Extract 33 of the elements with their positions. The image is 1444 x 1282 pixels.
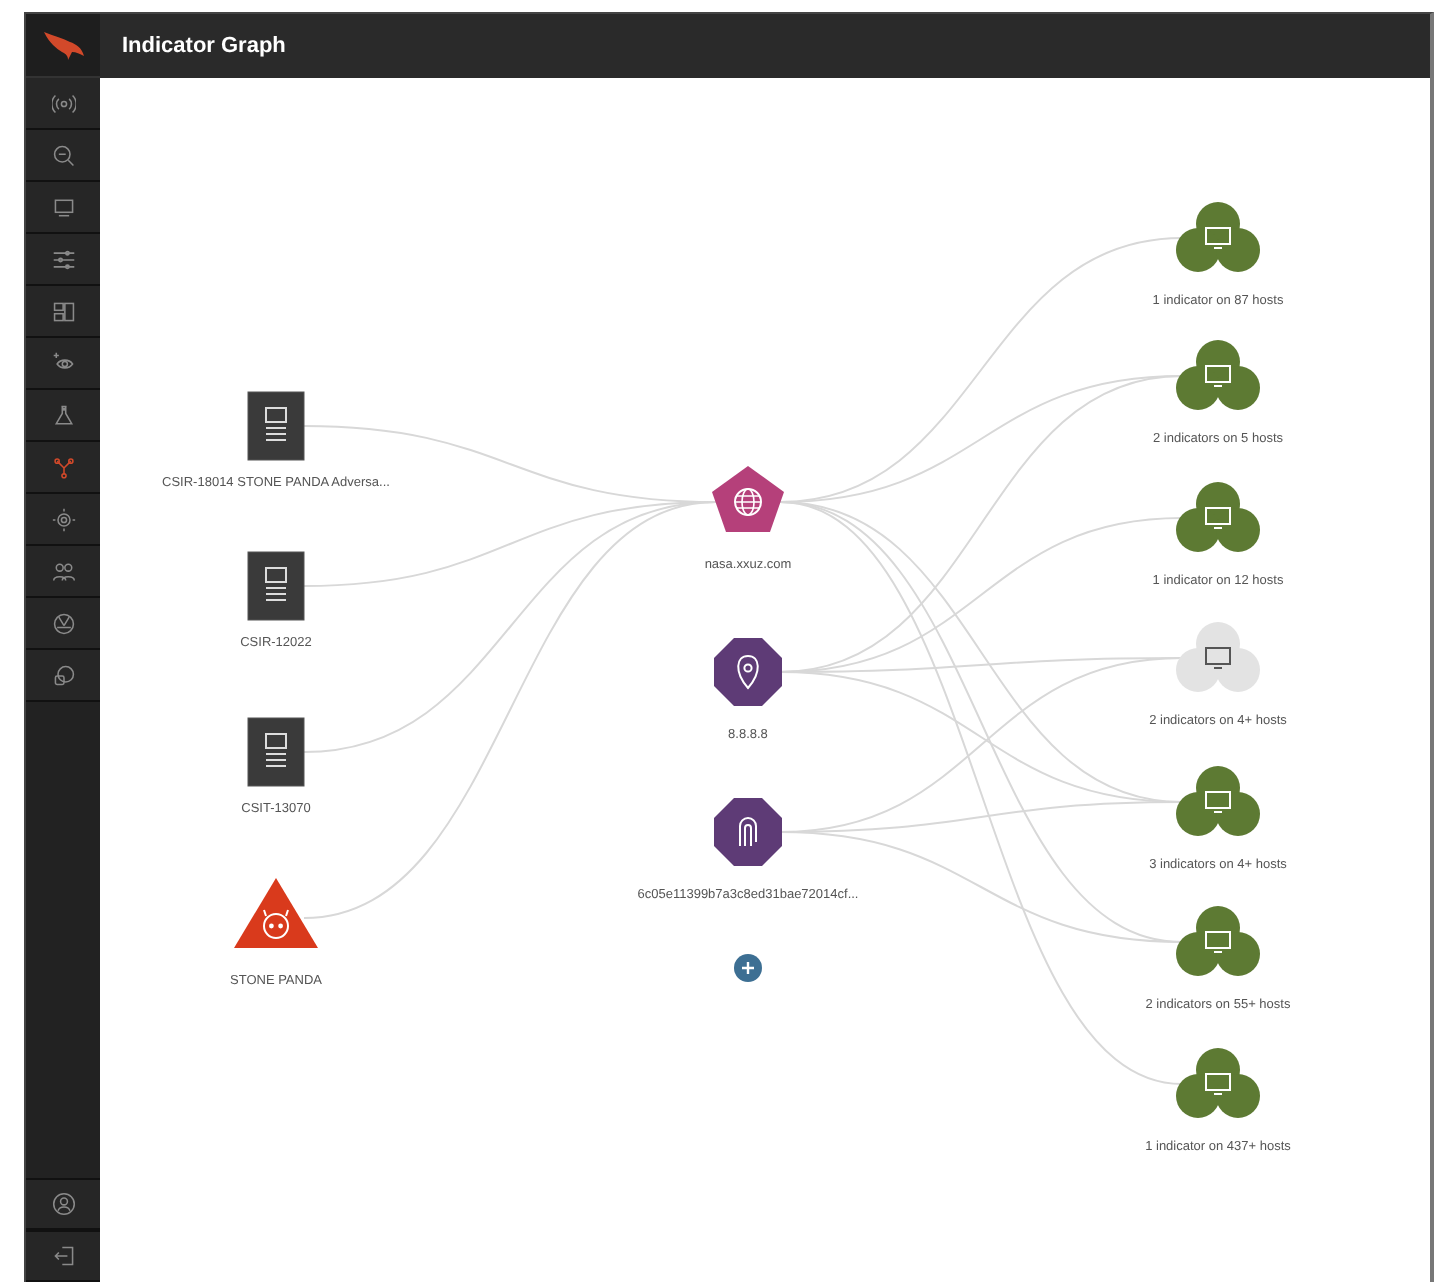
host-cluster-node[interactable]: [1176, 622, 1260, 692]
sidebar-item[interactable]: [26, 390, 100, 442]
sidebar-item[interactable]: [26, 130, 100, 182]
sidebar-item[interactable]: [26, 1178, 100, 1230]
host-cluster-node[interactable]: [1176, 482, 1260, 552]
sidebar-item[interactable]: [26, 442, 100, 494]
ip-node[interactable]: [714, 638, 782, 706]
sidebar-item[interactable]: [26, 494, 100, 546]
adversary-node[interactable]: [234, 878, 318, 948]
host-cluster-node[interactable]: [1176, 340, 1260, 410]
sidebar-item[interactable]: [26, 546, 100, 598]
sidebar-item[interactable]: [26, 182, 100, 234]
user-icon: [51, 1192, 75, 1216]
report-node[interactable]: [247, 717, 305, 787]
report-node[interactable]: [247, 551, 305, 621]
sidebar-item[interactable]: [26, 650, 100, 702]
sidebar-item[interactable]: [26, 234, 100, 286]
logout-icon: [51, 1244, 75, 1268]
add-button[interactable]: [734, 954, 762, 982]
sidebar-item[interactable]: [26, 598, 100, 650]
file-hash-node[interactable]: [714, 798, 782, 866]
host-cluster-node[interactable]: [1176, 766, 1260, 836]
logo[interactable]: [26, 14, 100, 78]
sidebar-item[interactable]: [26, 338, 100, 390]
sidebar-item[interactable]: [26, 286, 100, 338]
sidebar-item[interactable]: [26, 78, 100, 130]
report-node[interactable]: [247, 391, 305, 461]
host-cluster-node[interactable]: [1176, 202, 1260, 272]
falcon-logo-icon: [41, 29, 85, 61]
host-cluster-node[interactable]: [1176, 906, 1260, 976]
host-cluster-node[interactable]: [1176, 1048, 1260, 1118]
domain-node[interactable]: [712, 466, 784, 532]
page-title: Indicator Graph: [122, 34, 286, 58]
